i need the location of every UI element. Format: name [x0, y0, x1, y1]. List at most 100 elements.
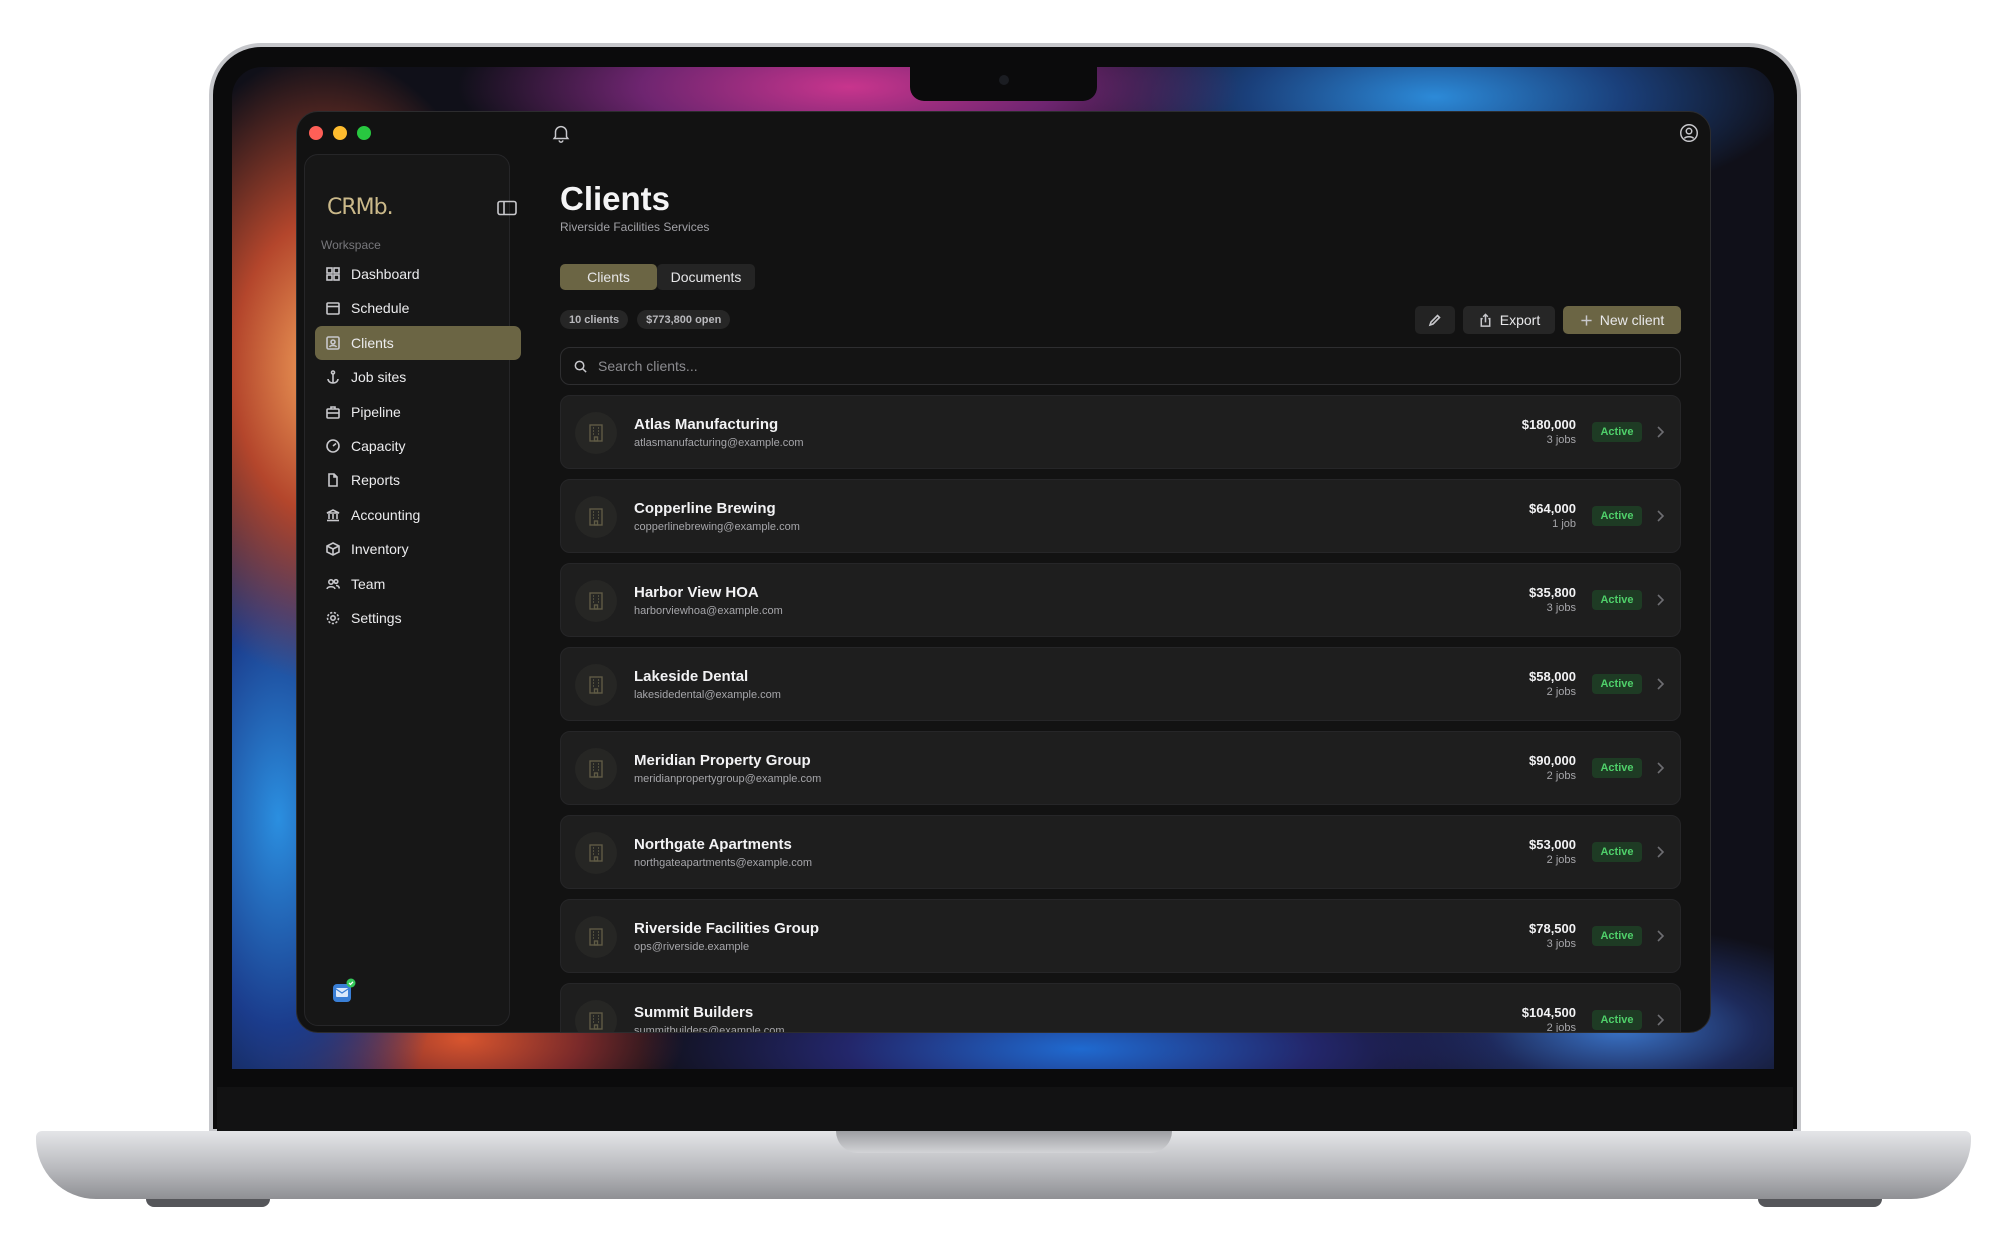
client-avatar — [575, 832, 617, 874]
summary-chips: 10 clients $773,800 open — [560, 310, 731, 329]
client-job-count: 2 jobs — [1546, 770, 1576, 782]
page-subtitle: Riverside Facilities Services — [560, 220, 710, 234]
client-avatar — [575, 748, 617, 790]
chevron-right-icon — [1657, 762, 1665, 774]
client-email: northgateapartments@example.com — [634, 857, 813, 869]
client-name: Meridian Property Group — [634, 752, 811, 769]
chevron-right-icon — [1657, 678, 1665, 690]
sidebar-item-capacity[interactable]: Capacity — [315, 429, 521, 463]
client-job-count: 2 jobs — [1546, 1022, 1576, 1033]
client-count-badge: 10 clients — [560, 310, 629, 329]
box-icon — [326, 542, 340, 557]
client-amount: $64,000 — [1529, 501, 1576, 516]
client-name: Copperline Brewing — [634, 500, 776, 517]
chevron-right-icon — [1657, 426, 1665, 438]
client-name: Summit Builders — [634, 1004, 754, 1021]
new-client-button-label: New client — [1599, 312, 1665, 328]
sidebar-item-pipeline[interactable]: Pipeline — [315, 395, 521, 429]
users-icon — [326, 578, 341, 589]
client-amount: $180,000 — [1521, 417, 1576, 432]
app-logo: CRMb. — [327, 195, 394, 220]
sidebar-toggle-icon[interactable] — [497, 200, 517, 216]
client-name: Harbor View HOA — [634, 584, 759, 601]
document-icon — [328, 473, 338, 488]
chevron-right-icon — [1657, 1014, 1665, 1026]
tab-documents[interactable]: Documents — [657, 264, 755, 290]
sidebar-item-clients[interactable]: Clients — [315, 325, 521, 360]
client-row[interactable]: Atlas Manufacturing atlasmanufacturing@e… — [560, 395, 1681, 469]
sidebar-item-team[interactable]: Team — [315, 567, 521, 601]
edit-button[interactable] — [1415, 306, 1455, 334]
client-email: summitbuilders@example.com — [634, 1025, 785, 1033]
client-row[interactable]: Copperline Brewing copperlinebrewing@exa… — [560, 479, 1681, 553]
sidebar-item-label: Accounting — [351, 506, 421, 523]
search-input[interactable] — [598, 358, 1198, 374]
bank-icon — [326, 508, 340, 522]
status-badge: Active — [1592, 758, 1642, 778]
sidebar-item-label: Pipeline — [351, 403, 401, 420]
mail-app-icon[interactable] — [331, 978, 357, 1004]
sidebar-item-dashboard[interactable]: Dashboard — [315, 257, 521, 291]
laptop-lid-groove — [836, 1131, 1172, 1153]
sidebar-item-job-sites[interactable]: Job sites — [315, 360, 521, 394]
client-avatar — [575, 664, 617, 706]
building-icon — [589, 844, 603, 862]
sidebar-item-reports[interactable]: Reports — [315, 463, 521, 497]
export-button-label: Export — [1499, 312, 1541, 328]
client-avatar — [575, 496, 617, 538]
user-circle-icon[interactable] — [1678, 122, 1700, 144]
client-amount: $78,500 — [1529, 921, 1576, 936]
tab-clients[interactable]: Clients — [560, 264, 657, 290]
open-amount-badge: $773,800 open — [637, 310, 731, 329]
pencil-icon — [1428, 314, 1441, 327]
minimize-window-button[interactable] — [333, 126, 347, 140]
client-email: meridianpropertygroup@example.com — [634, 773, 822, 785]
client-job-count: 3 jobs — [1546, 938, 1576, 950]
client-amount: $90,000 — [1529, 753, 1576, 768]
chevron-right-icon — [1657, 846, 1665, 858]
sidebar-section-label: Workspace — [321, 238, 381, 252]
client-email: ops@riverside.example — [634, 941, 750, 953]
client-name: Riverside Facilities Group — [634, 920, 820, 937]
client-name: Atlas Manufacturing — [634, 416, 779, 433]
sidebar-item-label: Dashboard — [351, 266, 420, 282]
client-avatar — [575, 580, 617, 622]
client-row[interactable]: Northgate Apartments northgateapartments… — [560, 815, 1681, 889]
laptop-foot — [146, 1199, 270, 1207]
client-row[interactable]: Harbor View HOA harborviewhoa@example.co… — [560, 563, 1681, 637]
export-button[interactable]: Export — [1463, 306, 1555, 334]
client-row[interactable]: Summit Builders summitbuilders@example.c… — [560, 983, 1681, 1033]
bell-icon[interactable] — [550, 122, 572, 144]
zoom-window-button[interactable] — [357, 126, 371, 140]
new-client-button[interactable]: New client — [1563, 306, 1681, 334]
client-row[interactable]: Lakeside Dental lakesidedental@example.c… — [560, 647, 1681, 721]
building-icon — [589, 676, 603, 694]
sidebar-item-inventory[interactable]: Inventory — [315, 532, 521, 566]
client-email: copperlinebrewing@example.com — [634, 521, 800, 533]
client-row[interactable]: Meridian Property Group meridianproperty… — [560, 731, 1681, 805]
client-avatar — [575, 916, 617, 958]
laptop-bezel-bottom — [217, 1087, 1793, 1131]
client-list: Atlas Manufacturing atlasmanufacturing@e… — [560, 395, 1681, 1033]
main-content: Clients Riverside Facilities Services Cl… — [560, 180, 1681, 1032]
sidebar-item-settings[interactable]: Settings — [315, 601, 521, 635]
sidebar-item-schedule[interactable]: Schedule — [315, 291, 521, 325]
chevron-right-icon — [1657, 510, 1665, 522]
client-row[interactable]: Riverside Facilities Group ops@riverside… — [560, 899, 1681, 973]
building-icon — [589, 592, 603, 610]
sidebar-item-accounting[interactable]: Accounting — [315, 498, 521, 532]
sidebar-item-label: Settings — [351, 609, 402, 626]
grid-icon — [326, 267, 340, 281]
sidebar-item-label: Inventory — [351, 541, 409, 558]
gear-icon — [326, 611, 340, 625]
laptop-foot — [1758, 1199, 1882, 1207]
search-bar — [560, 347, 1681, 385]
client-job-count: 3 jobs — [1546, 602, 1576, 614]
contact-card-icon — [326, 335, 340, 350]
status-badge: Active — [1592, 422, 1642, 442]
client-amount: $53,000 — [1529, 837, 1576, 852]
sidebar-item-label: Team — [351, 575, 386, 592]
client-amount: $104,500 — [1521, 1005, 1576, 1020]
close-window-button[interactable] — [309, 126, 323, 140]
camera-icon — [999, 75, 1009, 85]
